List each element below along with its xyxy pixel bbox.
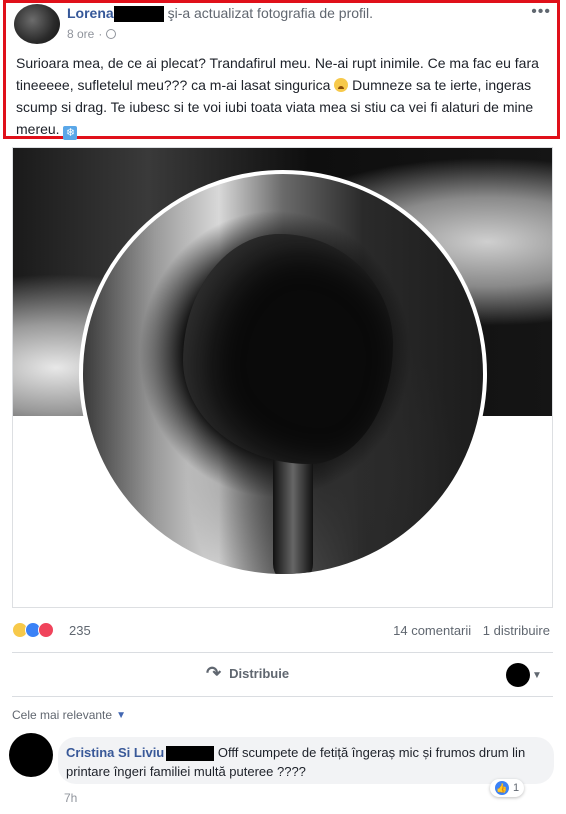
love-reaction-icon [38, 622, 54, 638]
redacted-name [113, 6, 164, 23]
chevron-down-icon: ▼ [532, 669, 542, 681]
reaction-count[interactable]: 235 [69, 623, 91, 638]
comment-author[interactable]: Cristina Si Liviu [66, 745, 164, 760]
share-button[interactable]: ↷ Distribuie [206, 664, 289, 682]
reaction-icons[interactable] [12, 622, 54, 638]
post-text: Surioara mea, de ce ai plecat? Trandafir… [16, 52, 550, 140]
snowflake-icon: ❄ [63, 126, 78, 140]
share-arrow-icon: ↷ [206, 663, 222, 683]
profile-picture[interactable] [79, 170, 487, 578]
comments-count[interactable]: 14 comentarii [393, 623, 471, 638]
author-avatar[interactable] [14, 4, 60, 44]
comment-sort[interactable]: Cele mai relevante ▼ [12, 708, 126, 722]
post-time[interactable]: 8 ore [67, 27, 94, 41]
chevron-down-icon: ▼ [116, 709, 126, 721]
meta-separator: · [98, 27, 103, 41]
divider [12, 696, 553, 697]
redacted-name [166, 746, 215, 762]
black-rose-graphic [183, 234, 393, 464]
author-action: şi-a actualizat fotografia de profil. [163, 5, 374, 21]
highlighted-post-header: Lorena şi-a actualizat fotografia de pro… [3, 0, 560, 140]
reactions-row: 235 14 comentarii 1 distribuire [0, 614, 566, 648]
comment-bubble: Cristina Si Liviu Offf scumpete de fetiț… [58, 737, 554, 784]
author-name[interactable]: Lorena [67, 5, 114, 21]
shares-count[interactable]: 1 distribuire [483, 623, 550, 638]
crying-face-icon [334, 78, 349, 92]
comment-like-count: 1 [513, 782, 520, 794]
rose-stem-graphic [273, 444, 313, 574]
more-dots-icon[interactable]: ••• [531, 3, 551, 21]
post-meta: 8 ore · [67, 27, 117, 41]
commenter-avatar[interactable] [9, 733, 53, 777]
comment-time[interactable]: 7h [64, 791, 77, 805]
viewer-avatar [506, 663, 530, 687]
author-line: Lorena şi-a actualizat fotografia de pro… [67, 5, 374, 23]
profile-photo-card[interactable] [12, 147, 553, 608]
divider [12, 652, 553, 653]
share-label: Distribuie [229, 665, 290, 681]
comment-like-badge[interactable]: 👍 1 [490, 779, 525, 797]
action-bar: ↷ Distribuie ▼ [0, 655, 566, 695]
globe-icon [106, 29, 117, 39]
audience-selector[interactable]: ▼ [506, 663, 542, 687]
thumbs-up-icon: 👍 [495, 781, 509, 795]
engagement-stats: 14 comentarii 1 distribuire [385, 623, 550, 638]
sort-label: Cele mai relevante [12, 708, 113, 722]
